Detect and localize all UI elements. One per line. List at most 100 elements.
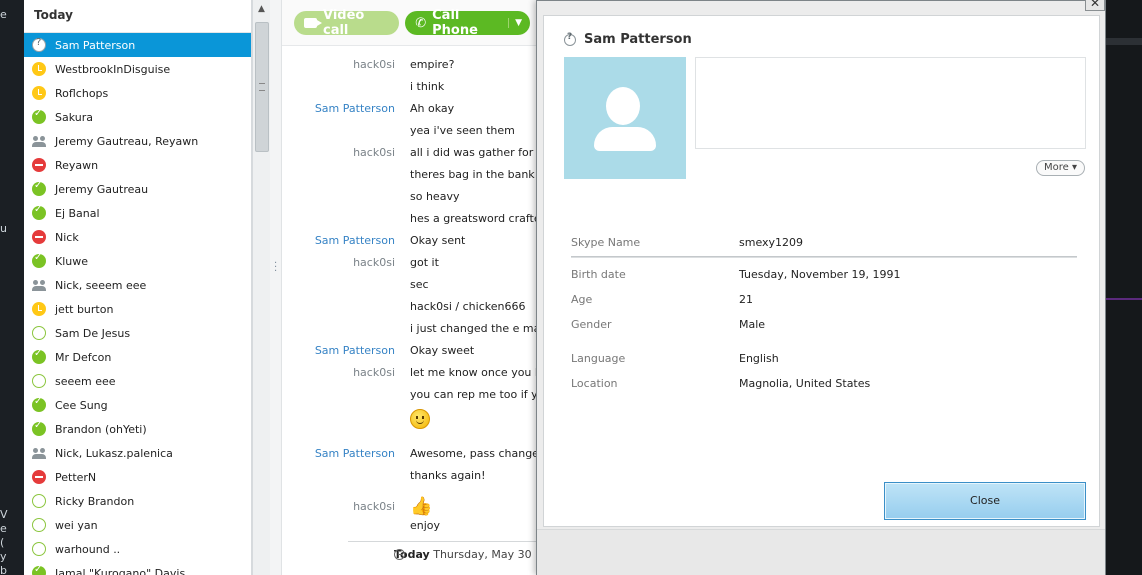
contact-name: Brandon (ohYeti) xyxy=(55,422,147,436)
message-text: you can rep me too if you xyxy=(410,388,542,401)
dnd-status-icon xyxy=(32,158,46,172)
contact-name: warhound .. xyxy=(55,542,121,556)
dnd-status-icon xyxy=(32,470,46,484)
background-glyph: e xyxy=(0,8,7,21)
video-call-label: Video call xyxy=(323,8,365,38)
contact-item[interactable]: Reyawn xyxy=(24,153,251,177)
message-sender[interactable]: Sam Patterson xyxy=(282,234,395,247)
contact-item[interactable]: Mr Defcon xyxy=(24,345,251,369)
message-text: Ah okay xyxy=(410,102,455,115)
contact-name: Roflchops xyxy=(55,86,109,100)
dialog-close-icon[interactable]: ✕ xyxy=(1085,0,1105,11)
message-sender: hack0si xyxy=(353,366,395,379)
contact-name: Jeremy Gautreau, Reyawn xyxy=(55,134,199,148)
default-avatar-body xyxy=(594,127,656,151)
contact-item[interactable]: Ricky Brandon xyxy=(24,489,251,513)
message-sender[interactable]: Sam Patterson xyxy=(282,447,395,460)
message-text: hack0si / chicken666 xyxy=(410,300,526,313)
field-label: Age xyxy=(571,293,593,306)
group-status-icon xyxy=(32,446,46,460)
contact-name: Kluwe xyxy=(55,254,89,268)
contact-item[interactable]: Roflchops xyxy=(24,81,251,105)
contacts-scrollbar[interactable]: ▲ xyxy=(252,0,270,575)
background-bar xyxy=(1106,298,1142,300)
contact-item[interactable]: Nick xyxy=(24,225,251,249)
date-separator: Today Thursday, May 30 xyxy=(348,541,542,567)
contact-item[interactable]: jett burton xyxy=(24,297,251,321)
unknown-status-icon xyxy=(564,32,576,46)
message-sender: hack0si xyxy=(353,58,395,71)
background-glyph: y xyxy=(0,550,7,563)
online-status-icon xyxy=(32,396,46,412)
field-label: Language xyxy=(571,352,626,365)
contact-item[interactable]: Nick, Lukasz.palenica xyxy=(24,441,251,465)
panel-splitter[interactable]: · · · xyxy=(270,0,282,575)
background-glyph: b xyxy=(0,564,7,575)
message-text: got it xyxy=(410,256,439,269)
message-text: i think xyxy=(410,80,445,93)
scroll-thumb[interactable] xyxy=(255,22,269,152)
group-status-icon xyxy=(32,278,46,292)
contact-item[interactable]: Jeremy Gautreau xyxy=(24,177,251,201)
contact-name: Mr Defcon xyxy=(55,350,112,364)
background-bar xyxy=(1106,38,1142,45)
contact-item[interactable]: Sam Patterson xyxy=(24,33,251,57)
message-sender[interactable]: Sam Patterson xyxy=(282,344,395,357)
call-phone-button[interactable]: ✆ Call Phone ▼ xyxy=(405,8,530,38)
contact-item[interactable]: wei yan xyxy=(24,513,251,537)
contact-name: Nick xyxy=(55,230,79,244)
call-phone-label: Call Phone xyxy=(432,8,478,38)
contact-item[interactable]: Cee Sung xyxy=(24,393,251,417)
contact-item[interactable]: Kluwe xyxy=(24,249,251,273)
more-label: More xyxy=(1044,162,1069,173)
message-text: so heavy xyxy=(410,190,460,203)
smile-emoticon-icon xyxy=(410,409,430,429)
video-call-button[interactable]: Video call xyxy=(294,8,400,38)
message-sender[interactable]: Sam Patterson xyxy=(282,102,395,115)
contact-item[interactable]: Sam De Jesus xyxy=(24,321,251,345)
message-text: Awesome, pass changed, xyxy=(410,447,542,460)
message-text: hes a greatsword crafter xyxy=(410,212,542,225)
contact-item[interactable]: Ej Banal xyxy=(24,201,251,225)
contact-item[interactable]: Jamal "Kurogano" Davis xyxy=(24,561,251,575)
splitter-grip-icon[interactable]: · · · xyxy=(274,259,277,277)
call-options-dropdown-icon[interactable]: ▼ xyxy=(508,18,522,28)
contact-name: Jamal "Kurogano" Davis xyxy=(55,566,186,575)
message-text: i just changed the e mail t xyxy=(410,322,542,335)
contact-item[interactable]: Nick, seeem eee xyxy=(24,273,251,297)
contact-item[interactable]: WestbrookInDisguise xyxy=(24,57,251,81)
contact-item[interactable]: Sakura xyxy=(24,105,251,129)
field-value: English xyxy=(739,352,779,365)
away-status-icon xyxy=(32,302,46,316)
more-button[interactable]: More ▾ xyxy=(1036,160,1086,176)
contact-name: PetterN xyxy=(55,470,97,484)
field-value: 21 xyxy=(739,293,753,306)
offline-status-icon xyxy=(32,494,46,508)
close-button[interactable]: Close xyxy=(884,482,1086,520)
contact-name: WestbrookInDisguise xyxy=(55,62,171,76)
contact-name: Ej Banal xyxy=(55,206,100,220)
contact-name: wei yan xyxy=(55,518,98,532)
profile-card: Sam Patterson More ▾ Skype Name smexy1209… xyxy=(543,15,1100,527)
contact-item[interactable]: Jeremy Gautreau, Reyawn xyxy=(24,129,251,153)
phone-icon: ✆ xyxy=(415,15,427,31)
message-text: thanks again! xyxy=(410,469,486,482)
contact-name: Nick, Lukasz.palenica xyxy=(55,446,173,460)
profile-dialog: ✕ Sam Patterson More ▾ Skype Name smexy12… xyxy=(536,0,1106,575)
contact-item[interactable]: warhound .. xyxy=(24,537,251,561)
contact-name: Jeremy Gautreau xyxy=(55,182,149,196)
background-glyph: V xyxy=(0,508,8,521)
message-text: let me know once you log xyxy=(410,366,542,379)
scroll-up-arrow-icon[interactable]: ▲ xyxy=(253,0,270,20)
contact-item[interactable]: seeem eee xyxy=(24,369,251,393)
contact-item[interactable]: PetterN xyxy=(24,465,251,489)
field-label: Location xyxy=(571,377,618,390)
away-status-icon xyxy=(32,62,46,76)
field-label: Gender xyxy=(571,318,612,331)
online-status-icon xyxy=(32,180,46,196)
contact-list: Sam Patterson WestbrookInDisguise Roflchop… xyxy=(24,33,251,575)
contact-item[interactable]: Brandon (ohYeti) xyxy=(24,417,251,441)
contact-name: seeem eee xyxy=(55,374,116,388)
online-status-icon xyxy=(32,108,46,124)
offline-status-icon xyxy=(32,374,46,388)
